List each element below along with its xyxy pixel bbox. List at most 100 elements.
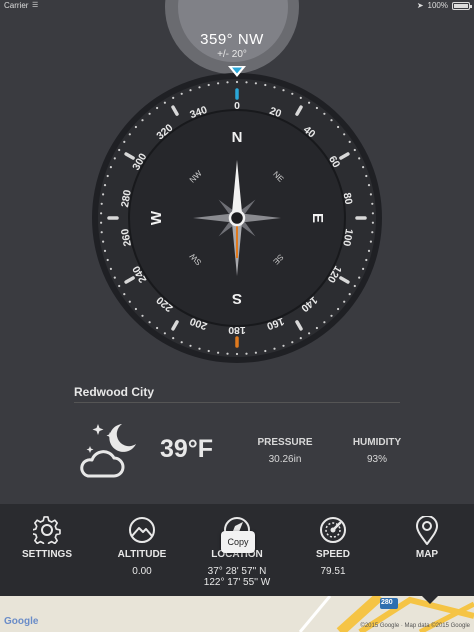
tick-dot	[299, 96, 302, 99]
tick-dot	[106, 174, 109, 178]
humidity-value: 93%	[366, 454, 387, 465]
tick-dot	[371, 212, 374, 215]
tick-dot	[337, 125, 340, 129]
tick-dot	[207, 83, 210, 87]
tick-dot	[100, 231, 103, 234]
tick-dot	[282, 344, 285, 347]
tick-dot	[353, 284, 356, 288]
altitude-button[interactable]: ALTITUDE 0.00	[87, 504, 197, 596]
tick-dot	[109, 166, 112, 169]
degree-label: 180	[228, 324, 246, 336]
night-cloud-icon	[80, 424, 136, 478]
tick-dot	[315, 106, 318, 110]
tick-dot	[118, 148, 121, 152]
tick-dot	[245, 81, 248, 84]
tick-dot	[106, 258, 109, 262]
tick-dot	[362, 166, 365, 169]
tick-dot	[291, 341, 294, 344]
tick-dot	[163, 332, 166, 335]
tick-dot	[362, 267, 365, 270]
tick-dot	[323, 112, 326, 115]
location-name: Redwood City	[74, 385, 154, 399]
degree-label: 0	[234, 100, 240, 112]
tick-dot	[163, 101, 166, 104]
pressure-label: PRESSURE	[257, 437, 313, 448]
tick-dot	[371, 202, 374, 205]
tick-dot	[254, 82, 257, 85]
tick-dot	[315, 326, 318, 330]
tick-dot	[198, 86, 201, 89]
tick-dot	[207, 349, 210, 353]
location-arrow-icon: ➤	[416, 1, 424, 10]
tick-dot	[123, 140, 126, 143]
map-label: MAP	[415, 549, 439, 560]
tick-dot	[141, 119, 144, 122]
tick-dot	[156, 326, 159, 330]
tick-dot	[226, 81, 229, 84]
heading-value: 359° NW	[200, 31, 264, 48]
tick-dot	[128, 133, 131, 136]
tick-dot	[348, 140, 351, 143]
tick-dot	[113, 157, 116, 160]
tick-dot	[100, 221, 103, 224]
tick-dot	[100, 202, 103, 205]
tick-dot	[128, 300, 131, 303]
tick-dot	[358, 157, 361, 160]
longitude-value[interactable]: 122° 17' 55'' W	[182, 577, 292, 588]
latitude-value[interactable]: 37° 28' 57'' N	[182, 566, 292, 577]
battery-percent: 100%	[427, 1, 448, 10]
tick-dot	[134, 307, 137, 311]
tick-dot	[273, 86, 276, 89]
map-preview[interactable]: 280 Google ©2015 Google · Map data ©2015…	[0, 596, 474, 632]
google-logo: Google	[4, 616, 39, 627]
tick-dot	[180, 92, 183, 95]
tick-dot	[123, 293, 126, 296]
tick-dot	[172, 337, 175, 340]
tick-dot	[102, 240, 105, 243]
cardinal-s: S	[232, 290, 242, 307]
altitude-label: ALTITUDE	[117, 549, 167, 560]
heading-accuracy: +/- 20°	[217, 49, 247, 60]
tick-dot	[189, 89, 192, 92]
copy-tooltip[interactable]: Copy	[221, 531, 255, 553]
tick-dot	[308, 332, 311, 335]
cardinal-e: E	[309, 213, 326, 223]
tick-dot	[282, 89, 285, 92]
speedometer-icon	[320, 517, 346, 543]
tick-dot	[343, 300, 346, 303]
compass-dial[interactable]: 0 204060801001201401601802002202402602803…	[0, 60, 474, 370]
map-button[interactable]: MAP	[372, 504, 474, 596]
gear-icon	[33, 516, 61, 544]
map-pointer	[422, 596, 438, 604]
tick-dot	[172, 96, 175, 99]
tick-dot	[343, 133, 346, 136]
tick-dot	[264, 349, 267, 353]
tick-dot	[100, 212, 103, 215]
battery-icon	[452, 1, 472, 10]
divider	[74, 402, 400, 403]
altitude-value[interactable]: 0.00	[87, 566, 197, 577]
tick-dot	[156, 106, 159, 110]
tick-dot	[102, 193, 105, 196]
tick-dot	[358, 276, 361, 279]
tick-dot	[348, 293, 351, 296]
tick-dot	[365, 174, 368, 178]
mountain-icon	[129, 517, 155, 543]
tick-dot	[235, 80, 239, 84]
tick-dot	[273, 347, 276, 350]
tick-dot	[148, 321, 151, 324]
map-pin-icon	[416, 516, 438, 545]
tick-dot	[103, 184, 107, 187]
map-copyright: ©2015 Google · Map data ©2015 Google	[360, 623, 470, 629]
tick-dot	[103, 249, 107, 252]
tick-dot	[369, 240, 372, 243]
tick-dot	[291, 92, 294, 95]
tick-dot	[254, 351, 257, 354]
tick-dot	[180, 341, 183, 344]
humidity-label: HUMIDITY	[352, 437, 402, 448]
tick-dot	[330, 119, 333, 122]
tick-dot	[113, 276, 116, 279]
tick-dot	[235, 352, 239, 356]
tick-dot	[109, 267, 112, 270]
tick-dot	[118, 284, 121, 288]
